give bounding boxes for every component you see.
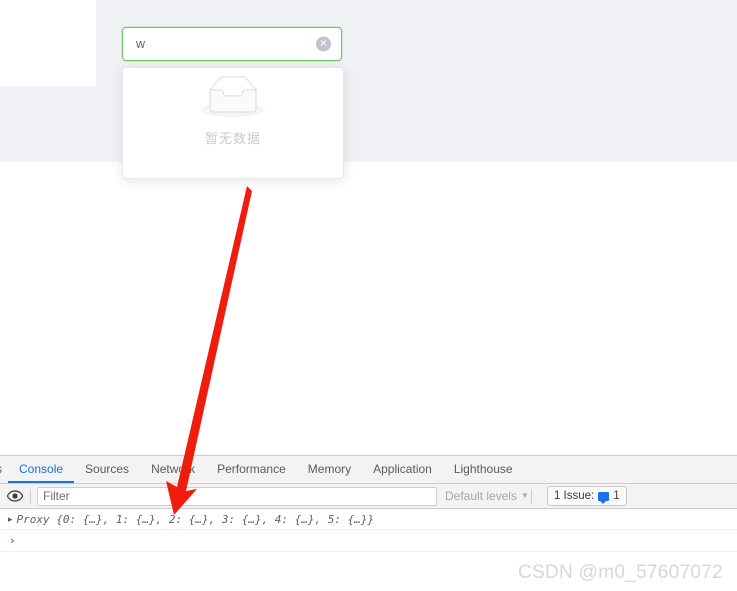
tab-performance-label: Performance — [217, 461, 286, 476]
log-levels-dropdown[interactable]: Default levels ▼ — [445, 489, 529, 503]
empty-state-text: 暂无数据 — [204, 132, 261, 147]
tab-lighthouse-label: Lighthouse — [453, 461, 513, 476]
log-levels-label: Default levels — [445, 489, 518, 503]
tab-memory[interactable]: Memory — [297, 456, 362, 483]
console-log-message: Proxy {0: {…}, 1: {…}, 2: {…}, 3: {…}, 4… — [16, 512, 375, 526]
tab-sources-label: Sources — [85, 461, 130, 476]
app-white-card-fragment — [0, 0, 96, 86]
disclosure-triangle-icon[interactable]: ▸ — [8, 514, 13, 524]
tab-lighthouse[interactable]: Lighthouse — [443, 456, 524, 483]
console-log-row[interactable]: ▸ Proxy {0: {…}, 1: {…}, 2: {…}, 3: {…},… — [0, 509, 737, 530]
web-page-viewport: w ✕ 暂无数据 — [0, 0, 737, 455]
issues-label: 1 Issue: — [553, 490, 595, 502]
empty-inbox-icon — [123, 76, 343, 122]
tab-sources[interactable]: Sources — [74, 456, 140, 483]
search-input-value: w — [136, 37, 146, 51]
tab-elements[interactable]: s — [0, 456, 8, 483]
tab-performance[interactable]: Performance — [206, 456, 297, 483]
toolbar-divider-2 — [530, 488, 532, 504]
tab-console[interactable]: Console — [8, 456, 75, 483]
filter-placeholder: Filter — [43, 489, 70, 503]
devtools-tabbar: s Console Sources Network Performance Me… — [0, 456, 737, 484]
search-select-input[interactable]: w ✕ — [122, 27, 342, 61]
select-dropdown-panel: 暂无数据 — [122, 67, 344, 179]
empty-state: 暂无数据 — [123, 76, 343, 147]
tab-elements-label: s — [0, 462, 2, 476]
issues-count: 1 — [613, 490, 620, 502]
tab-network[interactable]: Network — [140, 456, 206, 483]
tab-console-label: Console — [19, 461, 64, 476]
clear-circle-icon[interactable]: ✕ — [316, 36, 331, 52]
tab-application[interactable]: Application — [362, 456, 443, 483]
tab-application-label: Application — [373, 461, 432, 476]
watermark: CSDN @m0_57607072 — [518, 562, 723, 583]
console-toolbar: Filter Default levels ▼ 1 Issue: 1 — [0, 484, 737, 509]
eye-icon[interactable] — [6, 488, 23, 505]
app-background-panel — [0, 0, 737, 162]
tab-memory-label: Memory — [307, 461, 352, 476]
toolbar-divider — [30, 488, 31, 504]
issues-badge[interactable]: 1 Issue: 1 — [546, 486, 627, 506]
prompt-caret-icon: › — [9, 534, 16, 547]
chevron-down-icon: ▼ — [521, 491, 529, 500]
console-prompt-row[interactable]: › — [0, 530, 737, 552]
filter-input[interactable]: Filter — [37, 486, 437, 506]
tab-network-label: Network — [151, 461, 196, 476]
issue-speech-bubble-icon — [598, 491, 610, 504]
